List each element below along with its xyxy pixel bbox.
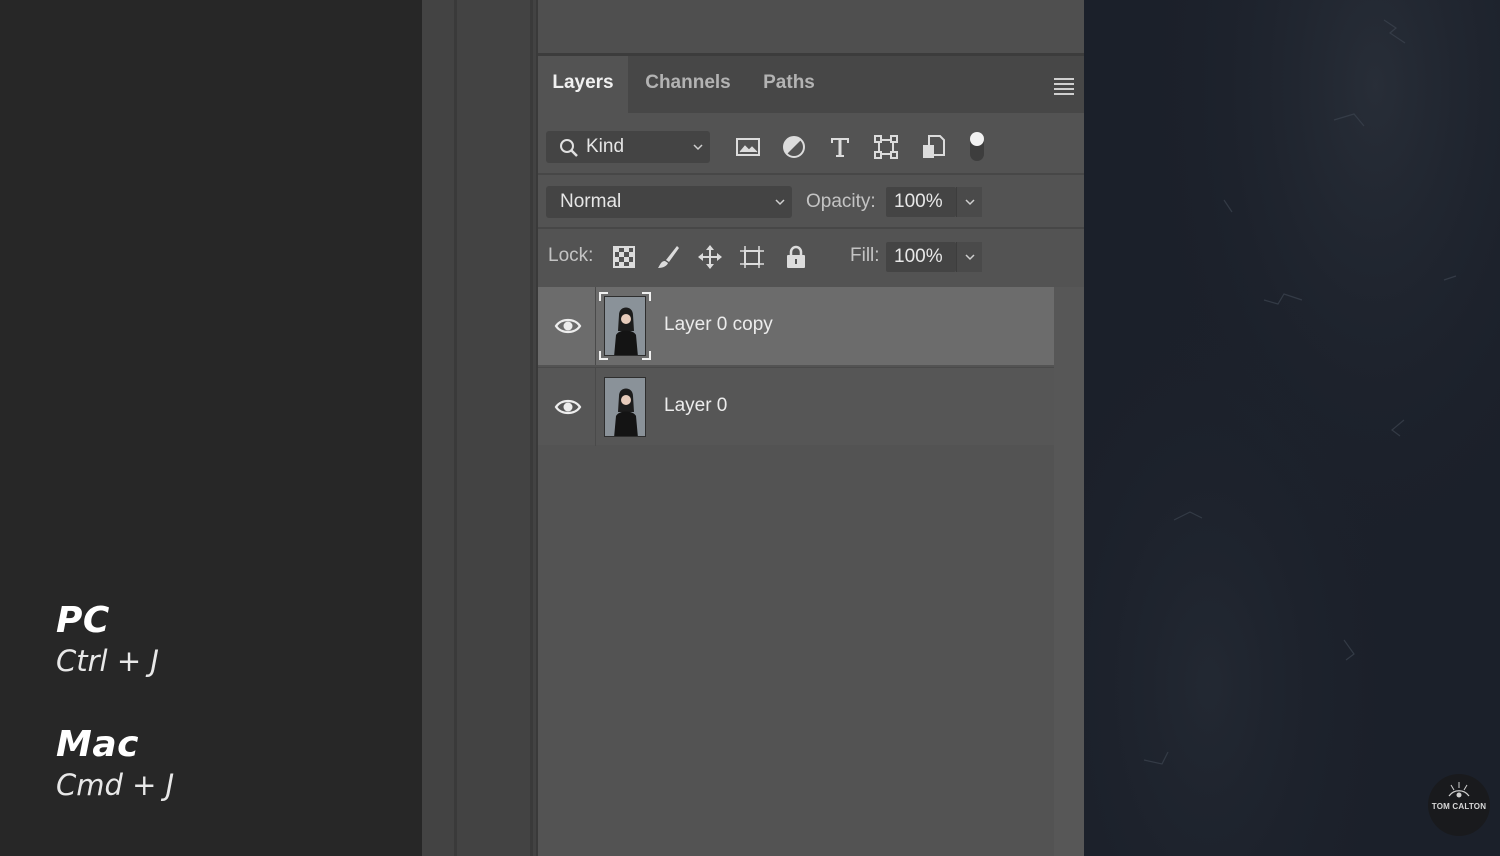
layers-list: Layer 0 copy Layer 0 xyxy=(538,287,1054,446)
pc-label: PC xyxy=(56,600,110,641)
lock-label: Lock: xyxy=(548,245,594,266)
lock-all-icon[interactable] xyxy=(782,243,810,271)
fill-input[interactable]: 100% xyxy=(886,242,956,272)
layer-row[interactable]: Layer 0 xyxy=(538,367,1054,446)
smart-object-filter-icon[interactable] xyxy=(920,133,948,161)
mac-shortcut: Cmd + J xyxy=(56,768,175,802)
channel-logo: TOM CALTON xyxy=(1428,774,1490,836)
blend-mode-value: Normal xyxy=(560,191,622,212)
watermark-text: TOM CALTON xyxy=(1431,802,1487,811)
fill-label: Fill: xyxy=(850,245,880,266)
lock-artboard-icon[interactable] xyxy=(738,243,766,271)
hamburger-menu-icon[interactable] xyxy=(1054,78,1074,95)
lock-transparent-pixels-icon[interactable] xyxy=(610,243,638,271)
chevron-down-icon xyxy=(775,199,785,206)
eye-icon xyxy=(554,399,582,415)
chevron-down-icon xyxy=(693,144,703,151)
tab-layers[interactable]: Layers xyxy=(538,56,628,113)
layers-scrollbar[interactable] xyxy=(1054,287,1086,856)
lock-row: Lock: Fill: 100% xyxy=(538,229,1086,285)
shortcut-overlay: PC Ctrl + J Mac Cmd + J xyxy=(0,0,422,856)
portrait-thumbnail-icon xyxy=(605,297,645,355)
blend-mode-row: Normal Opacity: 100% xyxy=(538,175,1086,229)
chevron-down-icon xyxy=(965,199,975,206)
lock-image-pixels-icon[interactable] xyxy=(654,243,682,271)
pixel-layer-filter-icon[interactable] xyxy=(734,133,762,161)
filter-toggle-icon[interactable] xyxy=(966,129,988,165)
opacity-dropdown[interactable] xyxy=(956,187,982,217)
panel-tab-bar: Layers Channels Paths xyxy=(538,56,1086,113)
filter-kind-label: Kind xyxy=(586,136,625,157)
fill-dropdown[interactable] xyxy=(956,242,982,272)
type-layer-filter-icon[interactable] xyxy=(826,133,854,161)
visibility-toggle[interactable] xyxy=(538,368,596,446)
canvas-background xyxy=(1084,0,1500,856)
gutter-divider xyxy=(530,0,533,856)
chevron-down-icon xyxy=(965,254,975,261)
blend-mode-select[interactable]: Normal xyxy=(546,186,792,218)
portrait-thumbnail-icon xyxy=(605,378,645,436)
lock-position-icon[interactable] xyxy=(696,243,724,271)
filter-kind-select[interactable]: Kind xyxy=(546,131,710,163)
adjustment-layer-filter-icon[interactable] xyxy=(780,133,808,161)
texture-overlay xyxy=(1084,0,1500,856)
mac-label: Mac xyxy=(56,724,139,765)
eye-icon xyxy=(554,318,582,334)
opacity-label: Opacity: xyxy=(806,191,876,212)
layer-name[interactable]: Layer 0 copy xyxy=(664,314,773,336)
sunburst-eye-icon xyxy=(1448,782,1470,798)
gutter-divider xyxy=(454,0,457,856)
workspace-gutter xyxy=(422,0,536,856)
search-icon xyxy=(560,139,578,157)
shape-layer-filter-icon[interactable] xyxy=(872,133,900,161)
panel-header-area xyxy=(538,0,1086,56)
opacity-input[interactable]: 100% xyxy=(886,187,956,217)
pc-shortcut: Ctrl + J xyxy=(56,644,159,678)
tab-channels[interactable]: Channels xyxy=(634,56,742,113)
tab-paths[interactable]: Paths xyxy=(748,56,830,113)
layer-row[interactable]: Layer 0 copy xyxy=(538,287,1054,365)
visibility-toggle[interactable] xyxy=(538,287,596,365)
layer-name[interactable]: Layer 0 xyxy=(664,395,727,417)
layers-panel: Layers Channels Paths Kind Normal Opacit… xyxy=(536,0,1086,856)
layer-filter-row: Kind xyxy=(538,113,1086,175)
layer-thumbnail xyxy=(604,296,646,356)
layer-thumbnail xyxy=(604,377,646,437)
